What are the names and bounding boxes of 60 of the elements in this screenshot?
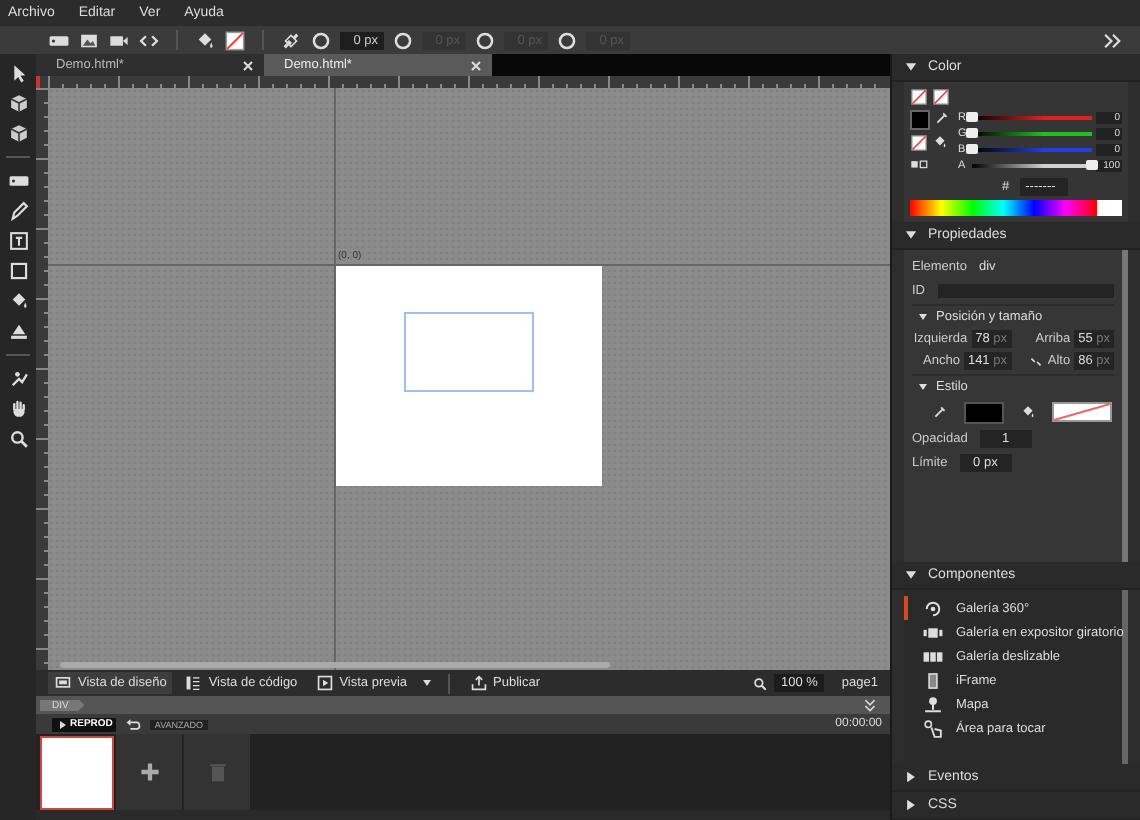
hand-icon[interactable] xyxy=(7,398,29,420)
slider-thumb[interactable] xyxy=(966,127,978,137)
double-chevron-icon[interactable] xyxy=(1102,29,1124,51)
image-icon[interactable] xyxy=(78,29,100,51)
eyedropper-icon[interactable] xyxy=(934,110,950,126)
close-icon[interactable] xyxy=(240,57,256,73)
no-fill-swatch-icon[interactable] xyxy=(932,88,950,106)
text-frame-icon[interactable] xyxy=(7,230,29,252)
no-fill-swatch-icon[interactable] xyxy=(910,134,928,152)
touch-icon xyxy=(922,717,944,739)
corner-radius-icon[interactable] xyxy=(392,29,414,51)
upload-icon xyxy=(469,674,488,692)
paint-bucket-icon[interactable] xyxy=(1020,404,1036,420)
tag-icon[interactable] xyxy=(7,170,29,192)
disclosure-triangle-icon xyxy=(916,379,930,393)
slider-thumb[interactable] xyxy=(1086,159,1098,169)
collapse-icon[interactable] xyxy=(862,697,878,713)
page-thumbnail[interactable] xyxy=(40,736,114,810)
color-spectrum[interactable] xyxy=(910,200,1122,216)
trash-icon xyxy=(205,760,229,784)
zoom-icon[interactable] xyxy=(752,675,769,691)
pen-icon[interactable] xyxy=(932,404,948,420)
add-page-button[interactable] xyxy=(116,734,182,810)
disclosure-triangle-icon xyxy=(902,566,920,584)
corner-radius-icon[interactable] xyxy=(310,29,332,51)
rotate-icon xyxy=(922,597,944,619)
stroke-swatch[interactable] xyxy=(964,401,1004,423)
paint-bucket-icon[interactable] xyxy=(194,29,216,51)
paint-bucket-icon[interactable] xyxy=(932,134,948,150)
pen-icon[interactable] xyxy=(7,200,29,222)
no-fill-swatch-icon[interactable] xyxy=(224,29,246,51)
design-view-icon xyxy=(54,674,72,692)
no-fill-swatch-icon[interactable] xyxy=(910,88,928,106)
scrollbar[interactable] xyxy=(60,662,610,668)
stroke-swatch[interactable] xyxy=(910,110,930,130)
pose-icon[interactable] xyxy=(7,368,29,390)
loop-icon[interactable] xyxy=(124,715,143,733)
cube-icon[interactable] xyxy=(7,92,29,114)
pin-icon xyxy=(922,693,944,715)
paint-bucket-icon[interactable] xyxy=(7,290,29,312)
no-fill-swatch[interactable] xyxy=(1052,402,1112,422)
close-icon[interactable] xyxy=(468,57,484,73)
disclosure-triangle-icon xyxy=(916,309,930,323)
slider-thumb[interactable] xyxy=(966,143,978,153)
ruler-corner xyxy=(36,76,48,88)
corner-radius-icon[interactable] xyxy=(474,29,496,51)
code-view-icon xyxy=(184,674,203,692)
slider-thumb[interactable] xyxy=(966,111,978,121)
frame-icon xyxy=(922,669,944,691)
swap-colors-icon[interactable] xyxy=(910,156,928,174)
disclosure-triangle-icon xyxy=(902,58,920,76)
eraser-icon[interactable] xyxy=(7,320,29,342)
caret-icon[interactable] xyxy=(419,676,434,690)
zoom-icon[interactable] xyxy=(7,428,29,450)
corner-radius-icon[interactable] xyxy=(556,29,578,51)
preview-icon xyxy=(315,674,334,692)
plus-icon xyxy=(137,760,161,784)
rectangle-icon[interactable] xyxy=(7,260,29,282)
cube-icon[interactable] xyxy=(7,122,29,144)
disclosure-triangle-icon xyxy=(902,226,920,244)
